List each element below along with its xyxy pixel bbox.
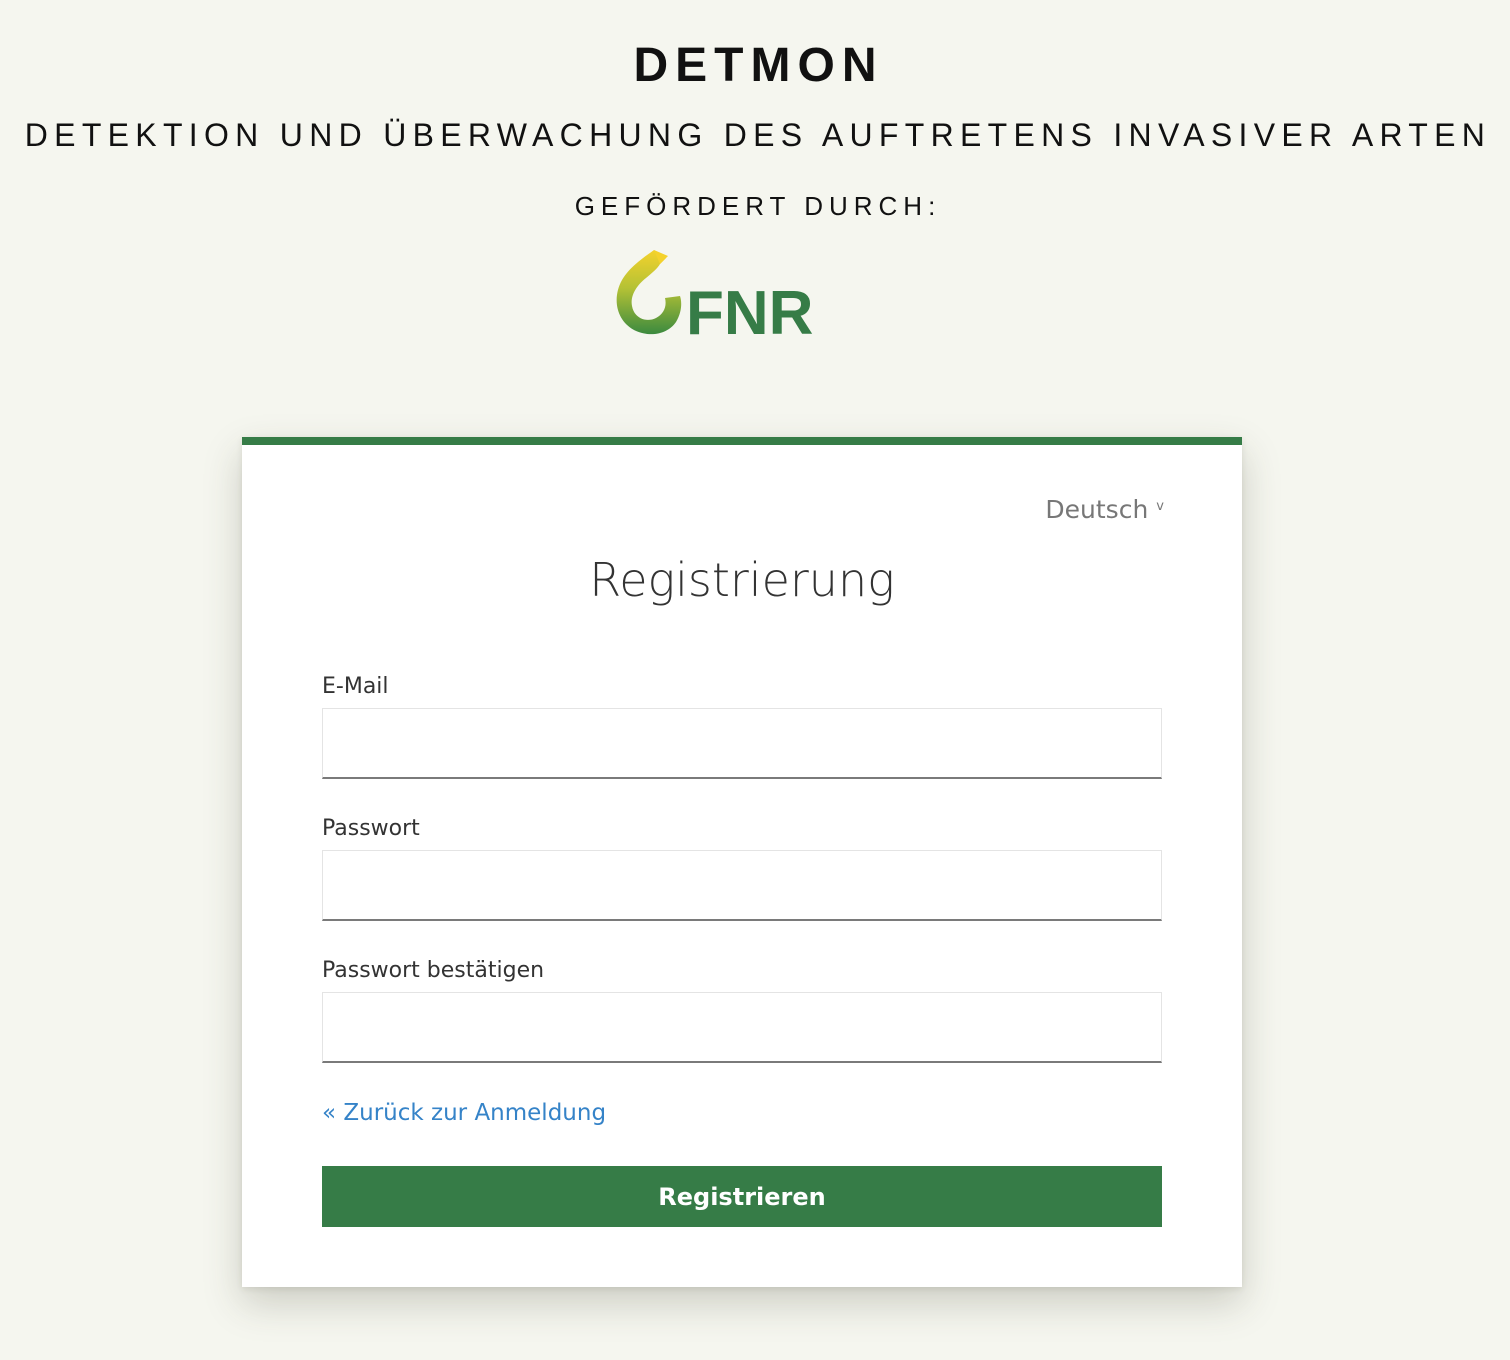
page: DETMON DETEKTION UND ÜBERWACHUNG DES AUF… — [0, 0, 1510, 1360]
password-confirm-label: Passwort bestätigen — [322, 958, 545, 983]
password-confirm-field[interactable] — [322, 992, 1162, 1063]
logo-text: FNR — [686, 279, 813, 341]
email-label: E-Mail — [322, 674, 389, 699]
back-to-login-link[interactable]: « Zurück zur Anmeldung — [322, 1098, 606, 1128]
fnr-logo: FNR — [610, 246, 830, 341]
language-select-label: Deutsch — [1045, 495, 1149, 524]
chevron-down-icon: v — [1156, 499, 1164, 514]
password-field[interactable] — [322, 850, 1162, 921]
funded-by-label: GEFÖRDERT DURCH: — [574, 191, 942, 221]
registration-card: Deutsch v Registrierung E-Mail Passwort … — [242, 437, 1242, 1287]
email-field[interactable] — [322, 708, 1162, 779]
site-title: DETMON — [633, 39, 884, 92]
password-label: Passwort — [322, 816, 420, 841]
language-select[interactable]: Deutsch v — [1045, 495, 1164, 524]
site-subtitle: DETEKTION UND ÜBERWACHUNG DES AUFTRETENS… — [24, 117, 1492, 153]
swirl-mark — [616, 250, 682, 335]
page-title: Registrierung — [589, 553, 895, 607]
register-button[interactable]: Registrieren — [322, 1166, 1162, 1227]
